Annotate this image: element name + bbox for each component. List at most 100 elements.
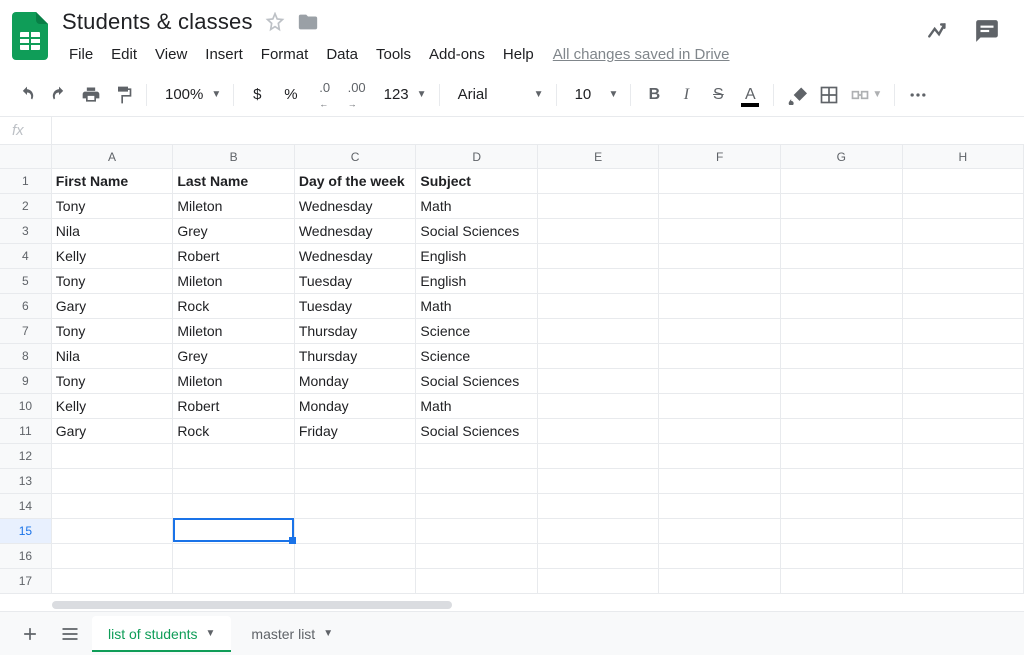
cell[interactable]	[538, 519, 660, 544]
cell[interactable]: Tony	[52, 269, 174, 294]
star-icon[interactable]	[265, 12, 285, 32]
zoom-select[interactable]: 100%▼	[155, 81, 225, 109]
cell[interactable]	[659, 569, 781, 594]
cell[interactable]	[659, 469, 781, 494]
cell[interactable]	[538, 219, 660, 244]
chevron-down-icon[interactable]: ▼	[206, 628, 216, 639]
save-status[interactable]: All changes saved in Drive	[545, 42, 738, 67]
cell[interactable]	[538, 494, 660, 519]
cell[interactable]	[781, 244, 903, 269]
row-header[interactable]: 14	[0, 494, 52, 519]
cell[interactable]	[781, 519, 903, 544]
column-header[interactable]: C	[295, 145, 417, 169]
cell[interactable]	[538, 194, 660, 219]
cell[interactable]	[538, 469, 660, 494]
column-header[interactable]: A	[52, 145, 174, 169]
row-header[interactable]: 6	[0, 294, 52, 319]
cell[interactable]	[659, 369, 781, 394]
cell[interactable]	[173, 544, 295, 569]
cell[interactable]	[52, 569, 174, 594]
row-header[interactable]: 16	[0, 544, 52, 569]
cell[interactable]	[295, 519, 417, 544]
select-all-corner[interactable]	[0, 145, 52, 169]
menu-insert[interactable]: Insert	[198, 42, 250, 67]
cell[interactable]	[416, 494, 538, 519]
cell[interactable]: Wednesday	[295, 244, 417, 269]
more-toolbar-button[interactable]	[903, 81, 933, 109]
cell[interactable]: Robert	[173, 244, 295, 269]
cell[interactable]	[659, 194, 781, 219]
format-currency-button[interactable]: $	[242, 81, 272, 109]
cell[interactable]	[781, 219, 903, 244]
menu-help[interactable]: Help	[496, 42, 541, 67]
cell[interactable]	[903, 394, 1024, 419]
row-header[interactable]: 13	[0, 469, 52, 494]
cell[interactable]	[659, 544, 781, 569]
menu-file[interactable]: File	[62, 42, 100, 67]
cell[interactable]	[659, 169, 781, 194]
cell[interactable]	[659, 419, 781, 444]
cell[interactable]	[173, 494, 295, 519]
more-formats-button[interactable]: 123▼	[374, 81, 431, 109]
row-header[interactable]: 4	[0, 244, 52, 269]
cell[interactable]: Wednesday	[295, 219, 417, 244]
cell[interactable]	[903, 269, 1024, 294]
formula-input[interactable]	[52, 117, 1024, 144]
cell[interactable]	[903, 569, 1024, 594]
row-header[interactable]: 10	[0, 394, 52, 419]
cell[interactable]: Gary	[52, 419, 174, 444]
paint-format-button[interactable]	[108, 81, 138, 109]
cell[interactable]: Thursday	[295, 344, 417, 369]
column-header[interactable]: G	[781, 145, 903, 169]
cell[interactable]: First Name	[52, 169, 174, 194]
cell[interactable]: Mileton	[173, 319, 295, 344]
cell[interactable]	[52, 544, 174, 569]
cell[interactable]	[659, 269, 781, 294]
menu-view[interactable]: View	[148, 42, 194, 67]
sheet-tab-master-list[interactable]: master list ▼	[235, 616, 349, 652]
cell[interactable]	[781, 319, 903, 344]
cell[interactable]	[781, 394, 903, 419]
cell[interactable]	[659, 319, 781, 344]
cell[interactable]	[173, 444, 295, 469]
cell[interactable]: Gary	[52, 294, 174, 319]
cell[interactable]: Grey	[173, 344, 295, 369]
cell[interactable]: Science	[416, 344, 538, 369]
cell[interactable]: Math	[416, 394, 538, 419]
cell[interactable]	[903, 169, 1024, 194]
cell[interactable]: Last Name	[173, 169, 295, 194]
strikethrough-button[interactable]: S	[703, 81, 733, 109]
cell[interactable]	[416, 519, 538, 544]
cell[interactable]: Nila	[52, 344, 174, 369]
cell[interactable]: Monday	[295, 369, 417, 394]
cell[interactable]: Math	[416, 194, 538, 219]
cell[interactable]	[903, 219, 1024, 244]
cell[interactable]	[903, 469, 1024, 494]
row-header[interactable]: 2	[0, 194, 52, 219]
cell[interactable]	[538, 369, 660, 394]
cell[interactable]	[781, 344, 903, 369]
undo-button[interactable]	[12, 81, 42, 109]
activity-trend-icon[interactable]	[926, 18, 952, 44]
cell[interactable]: English	[416, 269, 538, 294]
cell[interactable]: Rock	[173, 419, 295, 444]
cell[interactable]: Grey	[173, 219, 295, 244]
italic-button[interactable]: I	[671, 81, 701, 109]
cell[interactable]	[659, 344, 781, 369]
cell[interactable]: Friday	[295, 419, 417, 444]
cell[interactable]	[538, 444, 660, 469]
cell[interactable]: Tony	[52, 369, 174, 394]
cell[interactable]	[52, 469, 174, 494]
merge-cells-button[interactable]: ▼	[846, 81, 886, 109]
cell[interactable]	[659, 444, 781, 469]
print-button[interactable]	[76, 81, 106, 109]
cell[interactable]: Tony	[52, 194, 174, 219]
cell[interactable]	[173, 519, 295, 544]
menu-format[interactable]: Format	[254, 42, 316, 67]
cell[interactable]	[903, 544, 1024, 569]
cell[interactable]	[781, 194, 903, 219]
format-percent-button[interactable]: %	[274, 81, 307, 109]
row-header[interactable]: 15	[0, 519, 52, 544]
cell[interactable]	[781, 569, 903, 594]
row-header[interactable]: 5	[0, 269, 52, 294]
